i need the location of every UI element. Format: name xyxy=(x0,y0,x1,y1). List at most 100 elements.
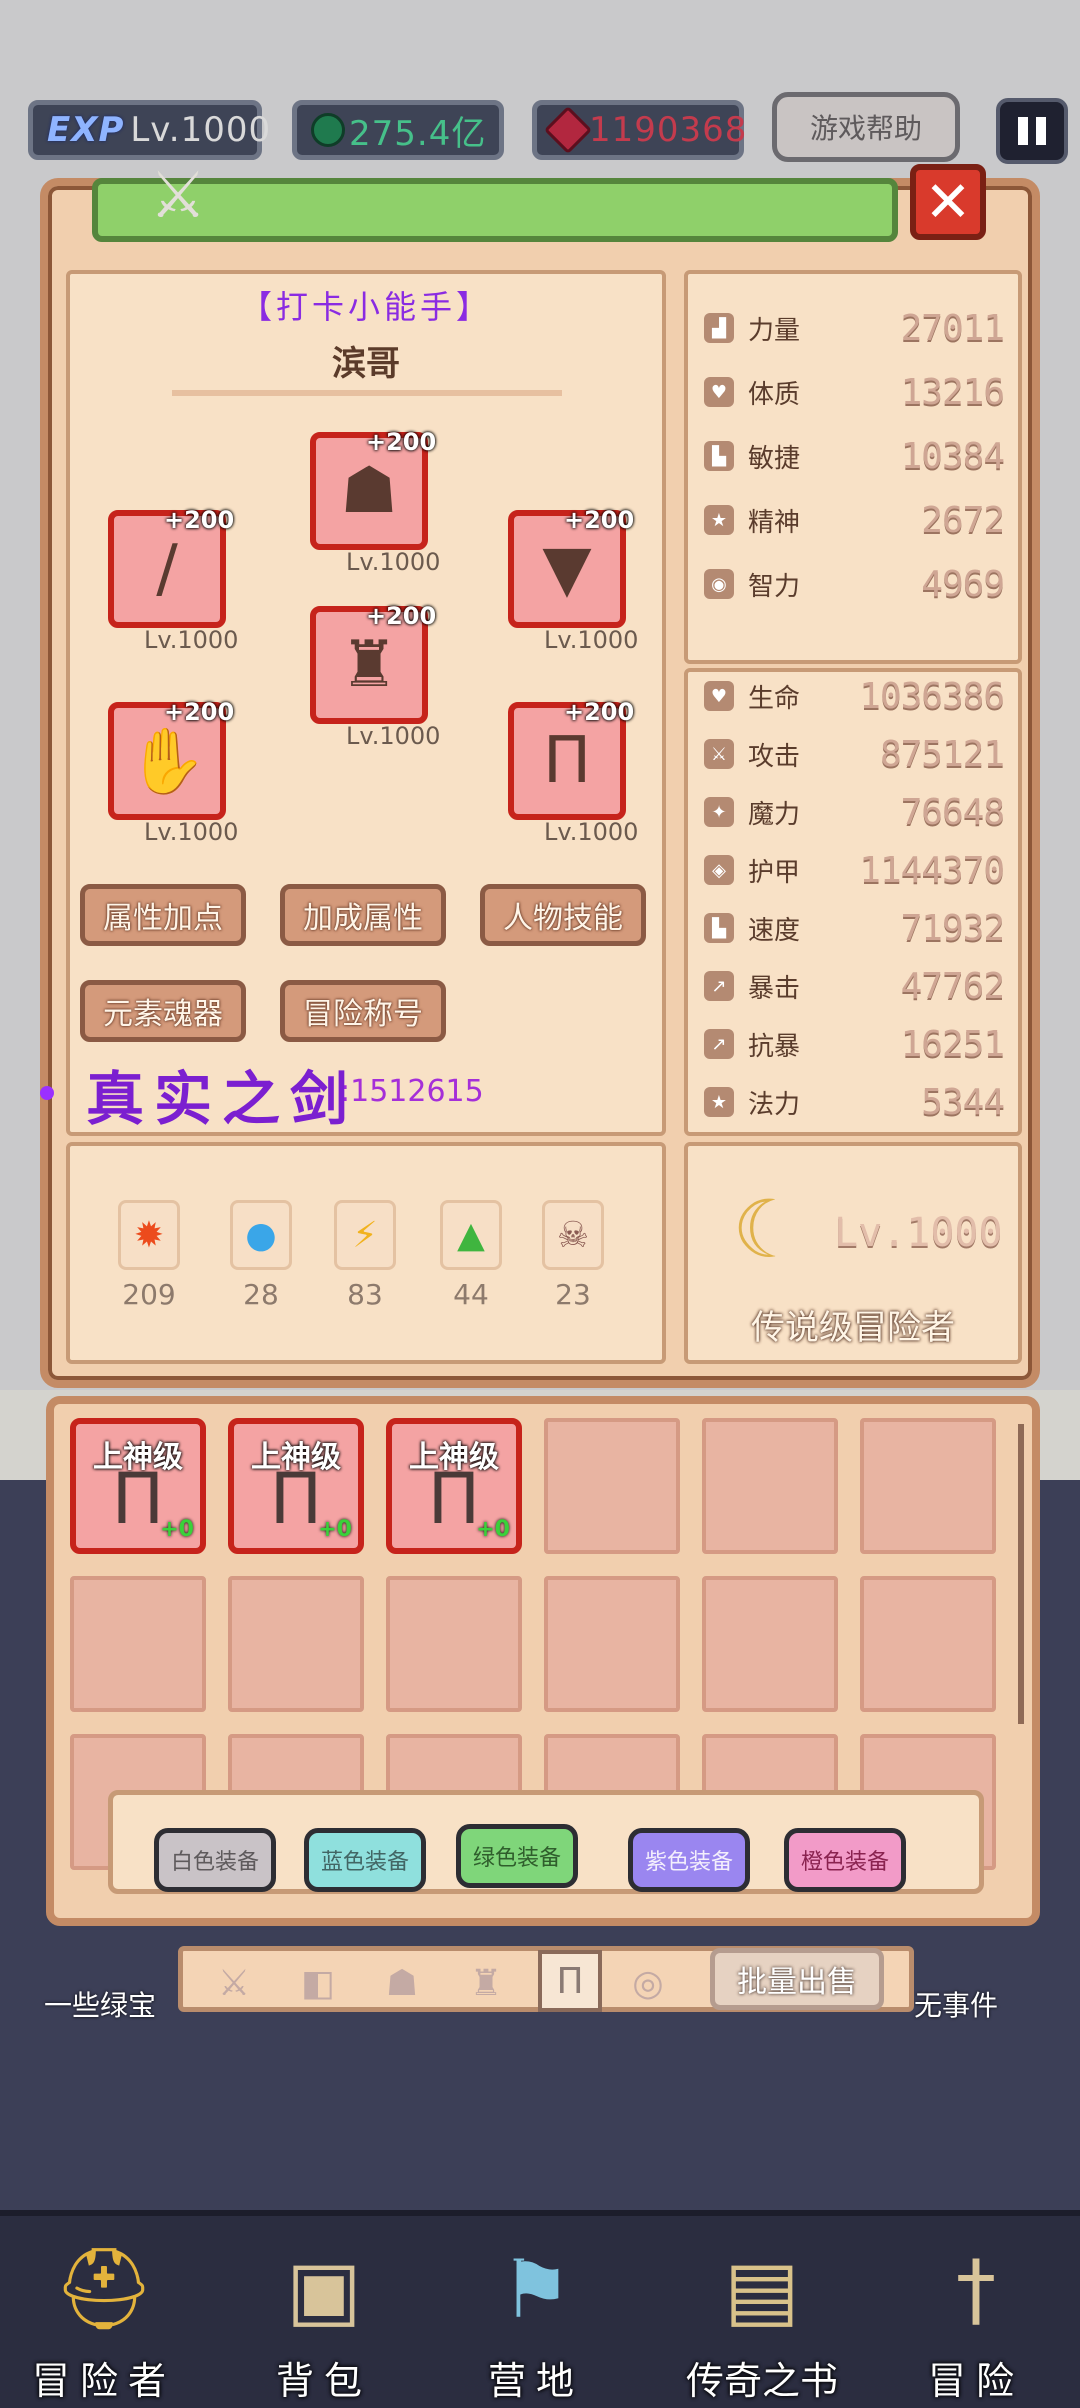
game-help-button[interactable]: 游戏帮助 xyxy=(772,92,960,162)
side-text-left: 一些绿宝 xyxy=(44,1989,157,2022)
tab-weapon-icon[interactable]: ⚔ xyxy=(204,1956,264,2010)
bonus-attributes-button[interactable]: 加成属性 xyxy=(280,884,446,946)
equip-slot-weapon[interactable]: / +200 Lv.1000 xyxy=(108,506,238,654)
character-skills-button[interactable]: 人物技能 xyxy=(480,884,646,946)
nav-legend-book[interactable]: ▤ 传奇之书 xyxy=(662,2226,862,2404)
element-fire[interactable]: ✹ 209 xyxy=(118,1200,189,1311)
attribute-row-spirit: ★ 精神 2672 xyxy=(704,496,1005,544)
element-dark[interactable]: ☠ 23 xyxy=(542,1200,613,1311)
equip-plus: +200 xyxy=(366,428,437,456)
filter-purple-button[interactable]: 紫色装备 xyxy=(628,1828,750,1892)
stat-row-magic: ✦ 魔力 76648 xyxy=(704,788,1005,836)
red-currency-value: 1190368 xyxy=(589,110,748,150)
tab-pants-icon[interactable]: Π xyxy=(538,1950,602,2012)
inventory-empty-slot[interactable] xyxy=(70,1576,206,1712)
inventory-scrollbar[interactable] xyxy=(1018,1424,1024,1724)
shield-icon: ◈ xyxy=(704,855,734,885)
lightning-icon: ⚡ xyxy=(334,1200,396,1270)
attribute-row-strength: ▟ 力量 27011 xyxy=(704,304,1005,352)
equip-level: Lv.1000 xyxy=(544,818,639,846)
tab-armor-icon[interactable]: ♜ xyxy=(456,1956,516,2010)
equip-plus: +200 xyxy=(366,602,437,630)
bulk-sell-button[interactable]: 批量出售 xyxy=(710,1948,884,2010)
rank-level: Lv.1000 xyxy=(834,1210,1003,1256)
sword-icon: † xyxy=(956,2242,996,2336)
sword-power-value: :1512615 xyxy=(340,1074,484,1109)
equip-slot-pants[interactable]: Π +200 Lv.1000 xyxy=(508,698,638,846)
equip-level: Lv.1000 xyxy=(346,722,441,750)
exp-badge: EXP xyxy=(47,110,125,150)
element-earth[interactable]: ▲ 44 xyxy=(440,1200,511,1311)
nav-camp[interactable]: ⚑ 营地 xyxy=(436,2226,636,2404)
inventory-item[interactable]: 上神级 Π +0 xyxy=(70,1418,206,1554)
crit-resist-icon: ↗ xyxy=(704,1029,734,1059)
green-currency-pill: 275.4亿 xyxy=(292,100,504,160)
camp-banner-icon: ⚑ xyxy=(500,2242,572,2336)
fire-icon: ✹ xyxy=(118,1200,180,1270)
equip-slot-helmet[interactable]: ☗ +200 Lv.1000 xyxy=(310,428,440,576)
equip-slot-gloves[interactable]: ✋ +200 Lv.1000 xyxy=(108,698,238,846)
inventory-empty-slot[interactable] xyxy=(386,1576,522,1712)
element-water[interactable]: ● 28 xyxy=(230,1200,301,1311)
stat-row-crit-resist: ↗ 抗暴 16251 xyxy=(704,1020,1005,1068)
adventure-title-button[interactable]: 冒险称号 xyxy=(280,980,446,1042)
star-icon: ★ xyxy=(704,1087,734,1117)
water-icon: ● xyxy=(230,1200,292,1270)
tab-helmet-icon[interactable]: ☗ xyxy=(372,1956,432,2010)
equip-plus: +200 xyxy=(564,698,635,726)
heart-icon: ♥ xyxy=(704,681,734,711)
inventory-empty-slot[interactable] xyxy=(228,1576,364,1712)
equip-level: Lv.1000 xyxy=(144,818,239,846)
equip-slot-armor[interactable]: ♜ +200 Lv.1000 xyxy=(310,602,440,750)
player-level-pill: EXP Lv.1000 xyxy=(28,100,270,160)
element-value: 44 xyxy=(453,1278,489,1311)
stat-row-armor: ◈ 护甲 1144370 xyxy=(704,846,1005,894)
element-lightning[interactable]: ⚡ 83 xyxy=(334,1200,405,1311)
sword-marker-dot xyxy=(40,1086,54,1100)
equip-level: Lv.1000 xyxy=(544,626,639,654)
tab-shield-icon[interactable]: ◧ xyxy=(288,1956,348,2010)
sword-icon: ⚔ xyxy=(704,739,734,769)
element-value: 83 xyxy=(347,1278,383,1311)
boot-icon: ▙ xyxy=(704,913,734,943)
inventory-empty-slot[interactable] xyxy=(544,1576,680,1712)
player-level: Lv.1000 xyxy=(130,110,272,150)
element-value: 23 xyxy=(555,1278,591,1311)
star-icon: ★ xyxy=(704,505,734,535)
element-value: 28 xyxy=(243,1278,279,1311)
pause-button[interactable] xyxy=(996,98,1068,164)
filter-blue-button[interactable]: 蓝色装备 xyxy=(304,1828,426,1892)
equip-slot-amulet[interactable]: ▼ +200 Lv.1000 xyxy=(508,506,638,654)
inventory-item[interactable]: 上神级 Π +0 xyxy=(228,1418,364,1554)
filter-orange-button[interactable]: 橙色装备 xyxy=(784,1828,906,1892)
inventory-empty-slot[interactable] xyxy=(544,1418,680,1554)
nav-adventurer[interactable]: ⛑ 冒险者 xyxy=(4,2226,204,2403)
attribute-row-constitution: ♥ 体质 13216 xyxy=(704,368,1005,416)
nav-adventure[interactable]: † 冒险 xyxy=(876,2226,1076,2404)
item-plus: +0 xyxy=(476,1517,510,1542)
nav-backpack[interactable]: ▣ 背包 xyxy=(224,2226,424,2404)
red-gem-icon xyxy=(543,105,593,155)
element-soul-button[interactable]: 元素魂器 xyxy=(80,980,246,1042)
filter-white-button[interactable]: 白色装备 xyxy=(154,1828,276,1892)
inventory-empty-slot[interactable] xyxy=(702,1576,838,1712)
close-button[interactable]: ✕ xyxy=(910,164,986,240)
stat-row-attack: ⚔ 攻击 875121 xyxy=(704,730,1005,778)
inventory-item[interactable]: 上神级 Π +0 xyxy=(386,1418,522,1554)
tab-ring-icon[interactable]: ◎ xyxy=(618,1956,678,2010)
equip-plus: +200 xyxy=(164,506,235,534)
stat-row-mana: ★ 法力 5344 xyxy=(704,1078,1005,1126)
item-plus: +0 xyxy=(318,1517,352,1542)
equip-plus: +200 xyxy=(164,698,235,726)
filter-green-button[interactable]: 绿色装备 xyxy=(456,1824,578,1888)
inventory-empty-slot[interactable] xyxy=(860,1576,996,1712)
attribute-points-button[interactable]: 属性加点 xyxy=(80,884,246,946)
crossed-swords-icon: ⚔ xyxy=(149,159,207,233)
inventory-empty-slot[interactable] xyxy=(860,1418,996,1554)
side-text-right: 无事件 xyxy=(914,1989,999,2022)
inventory-empty-slot[interactable] xyxy=(702,1418,838,1554)
element-value: 209 xyxy=(122,1278,176,1311)
heart-icon: ♥ xyxy=(704,377,734,407)
item-plus: +0 xyxy=(160,1517,194,1542)
crit-icon: ↗ xyxy=(704,971,734,1001)
